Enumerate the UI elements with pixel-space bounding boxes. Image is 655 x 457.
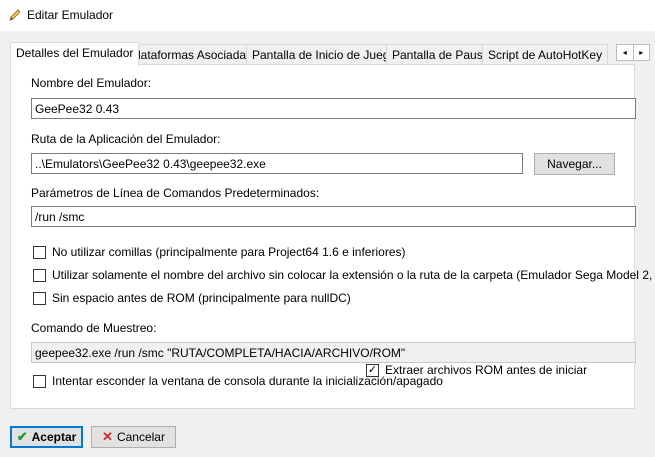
sample-command-label: Comando de Muestreo: (31, 321, 157, 335)
pencil-icon (9, 9, 21, 21)
title-bar: Editar Emulador (0, 0, 655, 31)
browse-button[interactable]: Navegar... (534, 153, 615, 175)
accept-button[interactable]: ✔ Aceptar (10, 426, 83, 448)
no-space-label: Sin espacio antes de ROM (principalmente… (52, 291, 351, 305)
no-space-option[interactable]: Sin espacio antes de ROM (principalmente… (33, 291, 351, 305)
filename-only-option[interactable]: Utilizar solamente el nombre del archivo… (33, 268, 655, 282)
window-title: Editar Emulador (27, 8, 114, 22)
close-icon: ✕ (102, 429, 113, 444)
command-line-params-label: Parámetros de Línea de Comandos Predeter… (31, 186, 320, 200)
tab-scroll-right-icon[interactable]: ▸ (634, 45, 650, 60)
command-line-params-input[interactable]: /run /smc (31, 206, 636, 227)
tab-strip: Detalles del Emulador Plataformas Asocia… (10, 42, 655, 66)
hide-console-checkbox[interactable] (33, 374, 46, 388)
extract-roms-checkbox[interactable]: ✓ (366, 363, 379, 377)
tab-pause-screen[interactable]: Pantalla de Pausa (386, 44, 496, 65)
dialog-footer: ✔ Aceptar ✕ Cancelar (0, 417, 655, 457)
application-path-label: Ruta de la Aplicación del Emulador: (31, 132, 221, 146)
filename-only-checkbox[interactable] (33, 268, 46, 282)
tab-emulator-details[interactable]: Detalles del Emulador (10, 42, 140, 66)
no-quotes-checkbox[interactable] (33, 245, 46, 259)
application-path-input[interactable]: ..\Emulators\GeePee32 0.43\geepee32.exe (31, 153, 523, 174)
tab-game-startup-screen[interactable]: Pantalla de Inicio de Juego (246, 44, 403, 65)
tab-scroll-buttons: ◂ ▸ (616, 44, 650, 61)
filename-only-label: Utilizar solamente el nombre del archivo… (52, 268, 655, 282)
tab-associated-platforms[interactable]: Plataformas Asociadas (124, 44, 259, 65)
no-quotes-option[interactable]: No utilizar comillas (principalmente par… (33, 245, 405, 259)
cancel-button[interactable]: ✕ Cancelar (91, 426, 176, 448)
tab-scroll-left-icon[interactable]: ◂ (617, 45, 634, 60)
extract-roms-label: Extraer archivos ROM antes de iniciar (385, 363, 588, 377)
accept-button-label: Aceptar (31, 430, 77, 444)
dialog-body: Detalles del Emulador Plataformas Asocia… (0, 31, 655, 457)
cancel-button-label: Cancelar (116, 430, 165, 444)
sample-command-field: geepee32.exe /run /smc "RUTA/COMPLETA/HA… (31, 342, 636, 363)
tab-panel-emulator-details: Nombre del Emulador: GeePee32 0.43 Ruta … (10, 64, 655, 409)
extract-roms-option[interactable]: ✓ Extraer archivos ROM antes de iniciar (366, 363, 587, 377)
no-quotes-label: No utilizar comillas (principalmente par… (52, 245, 406, 259)
checkmark-icon: ✔ (16, 429, 28, 444)
no-space-checkbox[interactable] (33, 291, 46, 305)
tab-autohotkey-script[interactable]: Script de AutoHotKey (482, 44, 609, 65)
emulator-name-input[interactable]: GeePee32 0.43 (31, 98, 636, 119)
emulator-name-label: Nombre del Emulador: (31, 76, 152, 90)
